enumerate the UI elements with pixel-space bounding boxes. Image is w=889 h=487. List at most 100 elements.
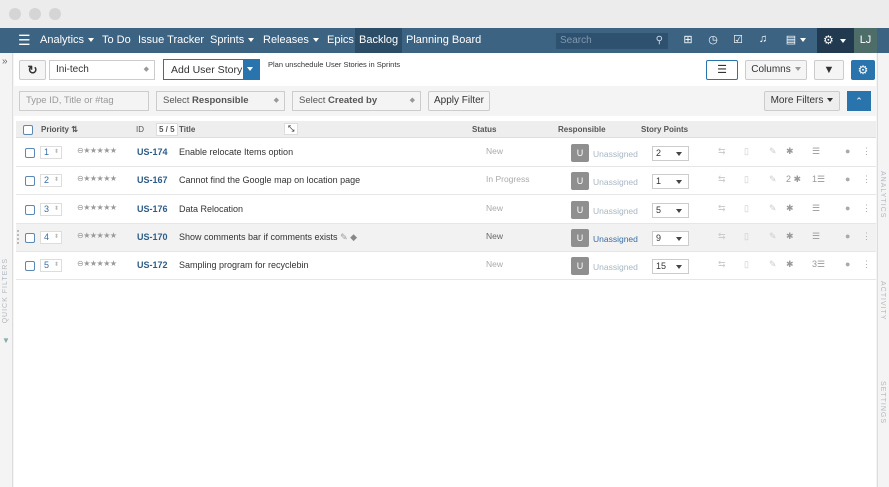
story-title[interactable]: Cannot find the Google map on location p…	[179, 175, 360, 185]
status-value[interactable]: New	[486, 203, 503, 213]
story-points-select[interactable]: 1	[652, 174, 689, 190]
bookmark-icon[interactable]: ▯	[744, 203, 749, 214]
story-title[interactable]: Data Relocation	[179, 204, 243, 214]
search-input[interactable]: Search ⚲	[556, 33, 668, 49]
list-view-button[interactable]: ☰	[706, 60, 738, 80]
comment-icon[interactable]: ●	[845, 231, 850, 241]
story-points-header[interactable]: Story Points	[641, 125, 688, 134]
bookmark-icon[interactable]: ▯	[744, 231, 749, 242]
rating-stars[interactable]: ⊖★★★★★	[77, 174, 117, 183]
edit-icon[interactable]: ✎	[340, 232, 348, 242]
attachment-icon[interactable]: ✎	[769, 259, 777, 270]
table-row[interactable]: 5 ⬍ ⊖★★★★★ US-172 Sampling program for recyc…	[16, 252, 876, 281]
settings-button[interactable]: ⚙	[851, 60, 875, 80]
settings-menu[interactable]: ⚙	[817, 28, 854, 53]
drag-handle[interactable]	[17, 229, 21, 244]
status-value[interactable]: In Progress	[486, 174, 529, 184]
story-id-link[interactable]: US-167	[137, 175, 168, 185]
story-id-link[interactable]: US-170	[137, 232, 168, 242]
row-checkbox[interactable]	[25, 261, 35, 272]
filter-toggle-button[interactable]: ▼	[814, 60, 844, 80]
comment-icon[interactable]: ●	[845, 259, 850, 269]
more-actions-icon[interactable]: ⋮	[862, 259, 871, 270]
checkbox-icon[interactable]: ☑	[730, 33, 746, 46]
assignee-name[interactable]: Unassigned	[593, 149, 638, 159]
story-id-link[interactable]: US-172	[137, 260, 168, 270]
more-actions-icon[interactable]: ⋮	[862, 203, 871, 214]
nav-releases[interactable]: Releases	[259, 28, 323, 53]
bug-icon[interactable]: ✱	[786, 146, 794, 156]
more-actions-icon[interactable]: ⋮	[862, 231, 871, 242]
status-header[interactable]: Status	[472, 125, 496, 134]
rating-stars[interactable]: ⊖★★★★★	[77, 259, 117, 268]
plan-stories-link[interactable]: Plan unschedule User Stories in Sprints	[268, 60, 400, 69]
rating-stars[interactable]: ⊖★★★★★	[77, 231, 117, 240]
timer-icon[interactable]: ◷	[705, 33, 721, 46]
story-points-select[interactable]: 5	[652, 202, 689, 218]
row-checkbox[interactable]	[25, 148, 35, 158]
nav-todo[interactable]: To Do	[98, 28, 135, 53]
assignee-name[interactable]: Unassigned	[593, 206, 638, 216]
story-title[interactable]: Sampling program for recyclebin	[179, 260, 309, 270]
tag-icon[interactable]: ◆	[350, 232, 357, 242]
repeat-icon[interactable]: ⇆	[718, 146, 726, 157]
nav-backlog[interactable]: Backlog	[355, 28, 402, 53]
analytics-tab[interactable]: ANALYTICS	[879, 171, 886, 218]
tasks-icon[interactable]: ☰	[812, 146, 820, 156]
nav-planning-board[interactable]: Planning Board	[402, 28, 485, 53]
add-story-dropdown[interactable]	[243, 60, 259, 79]
story-points-select[interactable]: 2	[652, 146, 689, 161]
story-title[interactable]: Enable relocate Items option	[179, 147, 293, 157]
settings-tab[interactable]: SETTINGS	[879, 381, 886, 424]
comment-icon[interactable]: ●	[845, 174, 850, 184]
tasks-icon[interactable]: ☰	[817, 174, 825, 184]
minimize-window-button[interactable]	[29, 8, 41, 20]
tasks-icon[interactable]: ☰	[817, 259, 825, 269]
rating-stars[interactable]: ⊖★★★★★	[77, 146, 117, 155]
attachment-icon[interactable]: ✎	[769, 146, 777, 157]
more-actions-icon[interactable]: ⋮	[862, 174, 871, 185]
nav-epics[interactable]: Epics	[323, 28, 358, 53]
status-value[interactable]: New	[486, 259, 503, 269]
search-filter-input[interactable]: Type ID, Title or #tag	[19, 91, 149, 111]
story-points-select[interactable]: 15	[652, 259, 689, 275]
repeat-icon[interactable]: ⇆	[718, 174, 726, 185]
repeat-icon[interactable]: ⇆	[718, 203, 726, 214]
nav-analytics[interactable]: Analytics	[36, 28, 98, 53]
comment-icon[interactable]: ●	[845, 146, 850, 156]
collapse-filters-button[interactable]: ⌃	[847, 91, 871, 111]
nav-sprints[interactable]: Sprints	[206, 28, 258, 53]
repeat-icon[interactable]: ⇆	[718, 259, 726, 270]
bookmark-icon[interactable]: ▯	[744, 259, 749, 270]
select-all-checkbox[interactable]	[23, 125, 33, 135]
row-checkbox[interactable]	[25, 204, 35, 215]
hamburger-menu-icon[interactable]: ☰	[14, 28, 35, 53]
priority-stepper[interactable]: 3 ⬍	[40, 202, 62, 216]
add-icon[interactable]: ⊞	[680, 33, 696, 46]
status-value[interactable]: New	[486, 231, 503, 241]
responsible-header[interactable]: Responsible	[558, 125, 606, 134]
rating-stars[interactable]: ⊖★★★★★	[77, 203, 117, 212]
row-checkbox[interactable]	[25, 232, 35, 243]
user-avatar[interactable]: LJ	[854, 28, 877, 53]
table-row[interactable]: 2 ⬍ ⊖★★★★★ US-167 Cannot find the Google map…	[16, 167, 876, 196]
table-row[interactable]: 4 ⬍ ⊖★★★★★ US-170 Show comments bar if comme…	[16, 223, 876, 252]
created-by-select[interactable]: Select Created by ◆	[292, 91, 421, 111]
status-value[interactable]: New	[486, 146, 503, 156]
comment-icon[interactable]: ●	[845, 203, 850, 213]
maximize-window-button[interactable]	[49, 8, 61, 20]
attachment-icon[interactable]: ✎	[769, 231, 777, 242]
more-filters-button[interactable]: More Filters	[764, 91, 840, 111]
columns-button[interactable]: Columns	[745, 60, 807, 80]
bookmark-icon[interactable]: ▯	[744, 174, 749, 185]
id-header[interactable]: ID	[136, 125, 144, 134]
responsible-select[interactable]: Select Responsible ◆	[156, 91, 285, 111]
story-points-select[interactable]: 9	[652, 230, 689, 246]
bookmark-icon[interactable]: ▯	[744, 146, 749, 157]
story-title[interactable]: Show comments bar if comments exists ✎ ◆	[179, 232, 357, 243]
priority-stepper[interactable]: 1 ⬍	[40, 146, 62, 159]
row-checkbox[interactable]	[25, 176, 35, 187]
story-id-link[interactable]: US-176	[137, 204, 168, 214]
building-icon[interactable]: ▤	[784, 33, 808, 46]
bug-icon[interactable]: ✱	[786, 203, 794, 213]
